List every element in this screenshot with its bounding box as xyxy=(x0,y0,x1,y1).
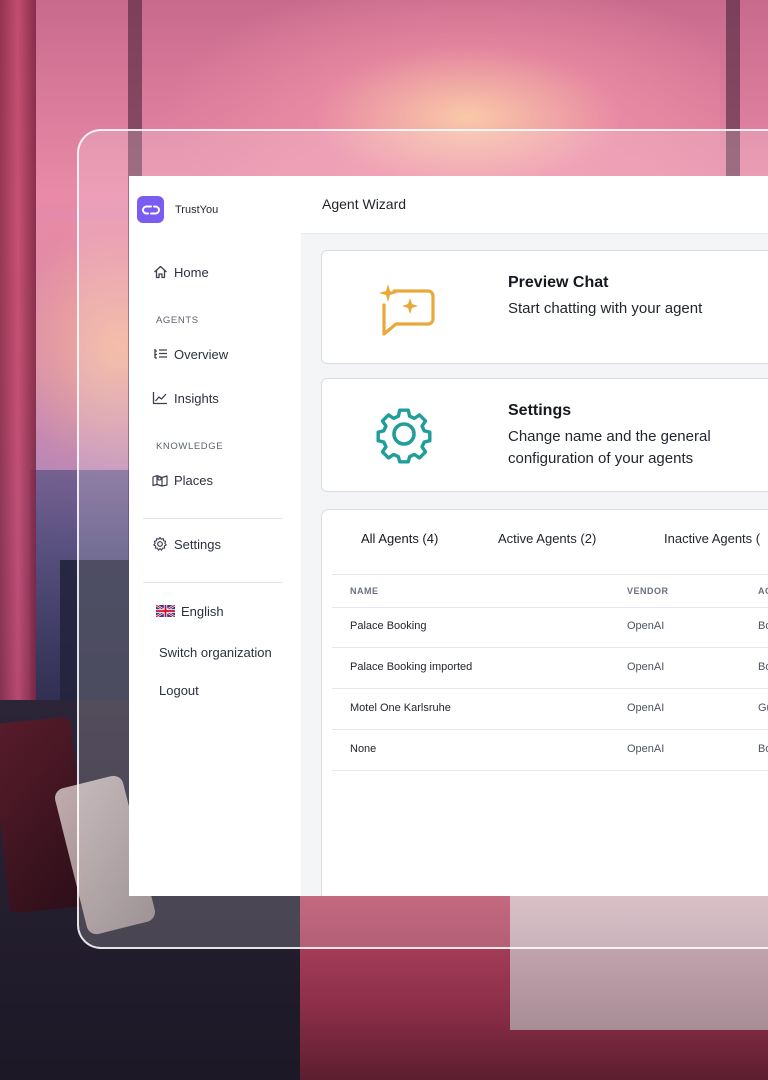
agent-name: None xyxy=(350,743,377,755)
agent-extra: Bo xyxy=(758,620,768,632)
gear-icon xyxy=(152,536,168,552)
table-row[interactable]: None OpenAI Bo xyxy=(332,729,768,771)
agent-extra: Bo xyxy=(758,661,768,673)
uk-flag-icon xyxy=(156,603,175,619)
card-title: Preview Chat xyxy=(508,274,609,291)
main-content: Agent Wizard Preview Chat Start chatting… xyxy=(301,176,768,896)
sidebar-item-label: Settings xyxy=(174,536,221,552)
chat-sparkle-icon xyxy=(372,281,436,344)
agents-panel: All Agents (4) Active Agents (2) Inactiv… xyxy=(321,509,768,896)
table-row[interactable]: Palace Booking OpenAI Bo xyxy=(332,606,768,648)
switch-organization-link[interactable]: Switch organization xyxy=(159,645,272,660)
column-header-vendor[interactable]: VENDOR xyxy=(627,586,669,596)
top-bar: Agent Wizard xyxy=(301,176,768,234)
preview-chat-card[interactable]: Preview Chat Start chatting with your ag… xyxy=(321,250,768,364)
agent-extra: Bo xyxy=(758,743,768,755)
sidebar: TrustYou Home AGENTS Overview Insights K… xyxy=(129,176,302,896)
card-title: Settings xyxy=(508,402,572,419)
tab-inactive-agents[interactable]: Inactive Agents ( xyxy=(664,531,760,546)
brand[interactable]: TrustYou xyxy=(137,196,218,223)
list-tree-icon xyxy=(152,346,168,362)
language-selector[interactable]: English xyxy=(156,603,224,619)
sidebar-item-places[interactable]: Places xyxy=(152,472,213,488)
logout-link[interactable]: Logout xyxy=(159,683,199,698)
language-label: English xyxy=(181,603,224,619)
gear-icon xyxy=(372,402,436,471)
tab-all-agents[interactable]: All Agents (4) xyxy=(361,531,438,546)
card-description: Start chatting with your agent xyxy=(508,300,703,317)
chart-line-icon xyxy=(152,390,168,406)
map-icon xyxy=(152,472,168,488)
section-label-agents: AGENTS xyxy=(156,315,199,326)
app-window: TrustYou Home AGENTS Overview Insights K… xyxy=(129,176,768,896)
section-label-knowledge: KNOWLEDGE xyxy=(156,441,224,452)
agent-vendor: OpenAI xyxy=(627,661,665,673)
divider xyxy=(143,518,282,519)
trustyou-logo-icon xyxy=(137,196,164,223)
curtain xyxy=(0,0,36,760)
sidebar-item-label: Overview xyxy=(174,346,229,362)
sidebar-item-overview[interactable]: Overview xyxy=(152,346,228,362)
brand-name: TrustYou xyxy=(175,203,219,216)
sidebar-item-label: Home xyxy=(174,264,209,280)
agent-name: Palace Booking imported xyxy=(350,661,473,673)
page-title: Agent Wizard xyxy=(322,196,407,212)
agent-name: Palace Booking xyxy=(350,620,427,632)
agent-vendor: OpenAI xyxy=(627,743,665,755)
sidebar-item-label: Insights xyxy=(174,390,219,406)
agent-vendor: OpenAI xyxy=(627,702,665,714)
sidebar-item-insights[interactable]: Insights xyxy=(152,390,219,406)
tab-active-agents[interactable]: Active Agents (2) xyxy=(498,531,596,546)
sidebar-item-home[interactable]: Home xyxy=(152,264,209,280)
home-icon xyxy=(152,264,168,280)
divider xyxy=(143,582,282,583)
settings-card[interactable]: Settings Change name and the general con… xyxy=(321,378,768,492)
table-header: NAME VENDOR AC xyxy=(332,574,768,608)
sidebar-item-label: Places xyxy=(174,472,214,488)
table-row[interactable]: Motel One Karlsruhe OpenAI Gu xyxy=(332,688,768,730)
column-header-name[interactable]: NAME xyxy=(350,586,379,596)
agent-vendor: OpenAI xyxy=(627,620,665,632)
table-row[interactable]: Palace Booking imported OpenAI Bo xyxy=(332,647,768,689)
agent-name: Motel One Karlsruhe xyxy=(350,702,451,714)
column-header-third[interactable]: AC xyxy=(758,586,768,596)
card-description: Change name and the general configuratio… xyxy=(508,428,711,467)
agent-extra: Gu xyxy=(758,702,768,714)
sidebar-item-settings[interactable]: Settings xyxy=(152,536,221,552)
